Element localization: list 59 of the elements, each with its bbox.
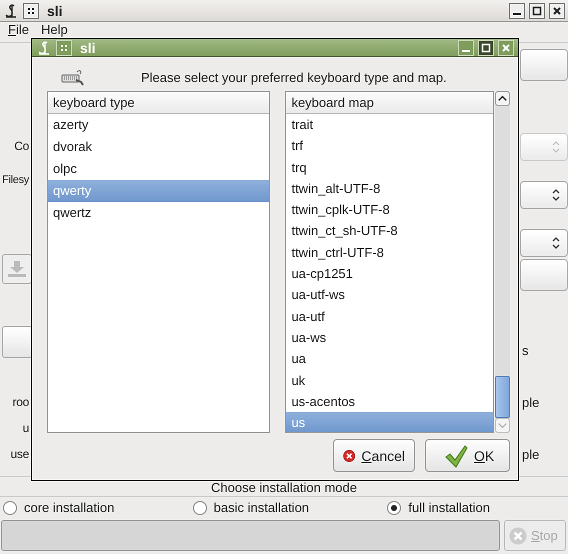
form-label: ple	[521, 447, 540, 463]
form-label: s	[521, 343, 528, 359]
scroll-down-icon[interactable]	[495, 418, 510, 433]
form-label: Co	[13, 138, 29, 154]
combo-box[interactable]	[520, 229, 568, 257]
spinner-icon	[551, 140, 561, 154]
radio-option[interactable]: basic installation	[192, 500, 310, 515]
list-item[interactable]: ttwin_alt-UTF-8	[286, 178, 493, 200]
menu-item[interactable]: Help	[40, 23, 68, 37]
column-header[interactable]: keyboard map	[286, 92, 493, 114]
window-menu-icon[interactable]	[23, 2, 39, 18]
list-item[interactable]: trait	[286, 114, 493, 136]
scrollbar[interactable]	[495, 91, 510, 433]
list-item[interactable]: trf	[286, 135, 493, 157]
list-item[interactable]: azerty	[48, 114, 270, 136]
form-label: roo	[12, 394, 29, 410]
list-item[interactable]: olpc	[48, 158, 270, 180]
list-item[interactable]: ua-ws	[286, 326, 493, 348]
list-item[interactable]: qwertz	[48, 202, 270, 224]
download-icon	[7, 260, 27, 278]
window-title: sli	[47, 2, 63, 18]
list-item[interactable]: ttwin_ct_sh-UTF-8	[286, 220, 493, 242]
combo-box[interactable]	[520, 133, 568, 161]
list-item[interactable]: ttwin_ctrl-UTF-8	[286, 242, 493, 264]
list-item[interactable]: ua	[286, 348, 493, 370]
maximize-icon[interactable]	[529, 2, 545, 18]
close-icon[interactable]	[549, 2, 565, 18]
menu-item[interactable]: File	[8, 23, 29, 37]
scroll-up-icon[interactable]	[495, 91, 510, 106]
script-s-icon	[3, 2, 19, 18]
ok-button[interactable]: OK	[425, 439, 510, 472]
form-label: u	[22, 420, 29, 436]
list-item[interactable]: dvorak	[48, 136, 270, 158]
list-item[interactable]: uk	[286, 370, 493, 391]
list-item[interactable]: ttwin_cplk-UTF-8	[286, 199, 493, 220]
column-header[interactable]: keyboard type	[48, 92, 270, 114]
list-item[interactable]: ua-utf-ws	[286, 284, 493, 306]
dialog-title: sli	[80, 40, 96, 56]
list-item[interactable]: ua-cp1251	[286, 263, 493, 284]
radio-option[interactable]: core installation	[3, 500, 114, 515]
list-item[interactable]: trq	[286, 156, 493, 178]
form-label: use	[10, 446, 29, 462]
spinner-icon	[551, 188, 561, 202]
checkmark-icon	[444, 444, 468, 468]
download-button[interactable]	[2, 254, 32, 284]
cancel-button[interactable]: Cancel	[333, 439, 415, 472]
form-label: Filesy	[1, 173, 29, 188]
instruction-text: Please select your preferred keyboard type and map.	[141, 70, 447, 84]
scroll-thumb[interactable]	[495, 376, 510, 418]
keyboard-icon	[61, 68, 85, 86]
combo-box[interactable]	[520, 181, 568, 209]
list-item[interactable]: us-acentos	[286, 390, 493, 412]
form-label: ple	[521, 395, 540, 411]
cross-circle-icon	[509, 526, 527, 544]
minimize-icon[interactable]	[509, 2, 525, 18]
radio-option[interactable]: full installation	[387, 500, 490, 515]
list-item[interactable]: ua-utf	[286, 306, 493, 327]
spinner-icon	[551, 236, 561, 250]
script-s-icon	[36, 40, 52, 56]
